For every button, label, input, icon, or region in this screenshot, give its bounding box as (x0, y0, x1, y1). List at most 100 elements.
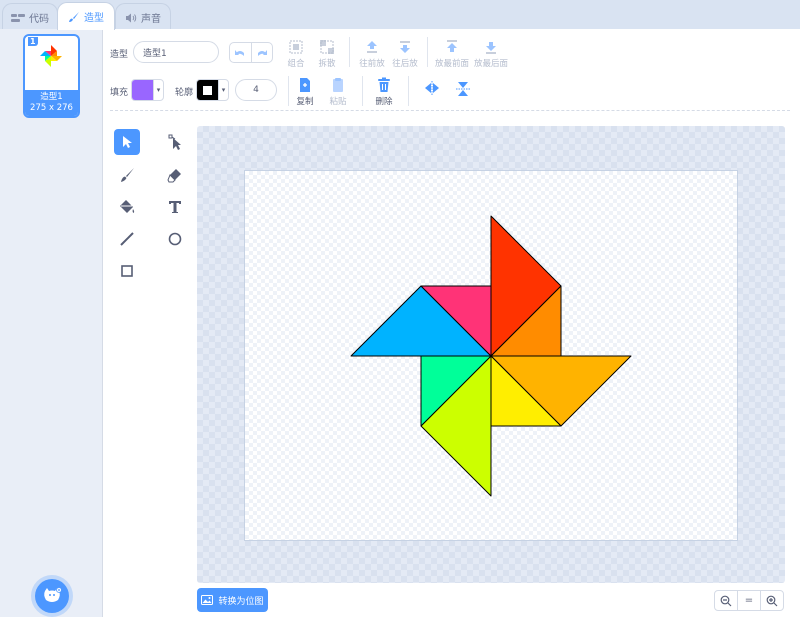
text-icon (169, 201, 181, 213)
image-icon (201, 595, 214, 605)
fill-label: 填充 (110, 88, 129, 98)
arrow-select-icon (123, 136, 132, 148)
forward-icon (367, 41, 377, 53)
text-tool[interactable] (162, 194, 188, 220)
tab-code-label: 代码 (29, 14, 49, 25)
eraser-icon (167, 169, 181, 183)
paste-icon (333, 78, 343, 92)
back-icon (486, 42, 496, 54)
outline-width-input[interactable]: 4 (235, 79, 277, 101)
outline-width-value: 4 (253, 85, 259, 95)
toolbar-divider (408, 76, 409, 106)
zoom-out-button[interactable] (715, 591, 737, 610)
pinwheel-drawing[interactable] (245, 171, 739, 542)
flip-vertical-icon (456, 82, 470, 96)
line-icon (120, 232, 134, 246)
trash-icon (378, 77, 390, 92)
backward-button[interactable]: 往后放 (390, 39, 420, 69)
redo-icon (257, 49, 267, 56)
toolbar-divider (427, 37, 428, 67)
costume-thumbnail (40, 45, 62, 67)
fill-tool[interactable] (114, 194, 140, 220)
undo-button[interactable] (230, 43, 251, 62)
eraser-tool[interactable] (162, 162, 188, 188)
delete-button[interactable]: 删除 (373, 77, 395, 107)
zoom-reset-label: = (744, 595, 754, 606)
outline-label: 轮廓 (175, 88, 194, 98)
flip-horizontal-button[interactable] (421, 81, 443, 97)
zoom-in-button[interactable] (760, 591, 783, 610)
costume-card[interactable]: 1 造型1 275 x 276 (23, 34, 80, 118)
front-label: 放最前面 (434, 59, 469, 69)
group-label: 组合 (287, 59, 305, 69)
brush-icon (69, 11, 79, 22)
front-button[interactable]: 放最前面 (434, 39, 470, 69)
backward-icon (400, 41, 410, 53)
copy-label: 复制 (296, 97, 314, 107)
reshape-tool[interactable] (162, 129, 188, 155)
circle-tool[interactable] (162, 226, 188, 252)
redo-button[interactable] (250, 43, 273, 62)
speaker-icon (126, 13, 137, 22)
outline-color-swatch (197, 80, 218, 100)
costume-info: 造型1 275 x 276 (25, 90, 78, 116)
paintbrush-icon (121, 168, 134, 182)
cat-add-icon (44, 587, 62, 602)
paint-canvas[interactable] (197, 126, 785, 583)
rectangle-tool[interactable] (114, 258, 140, 284)
front-icon (447, 40, 457, 52)
flip-vertical-button[interactable] (452, 81, 474, 99)
costume-name-label: 造型 (110, 50, 129, 60)
tab-costumes[interactable]: 造型 (57, 2, 115, 30)
back-button[interactable]: 放最后面 (473, 39, 509, 69)
tab-sounds[interactable]: 声音 (115, 3, 171, 31)
tab-code[interactable]: 代码 (2, 3, 58, 31)
delete-label: 删除 (375, 97, 393, 107)
toolbar-separator (110, 110, 790, 111)
reshape-icon (168, 134, 181, 150)
fill-color-swatch (132, 80, 153, 100)
fill-color-picker[interactable]: ▾ (131, 79, 164, 101)
ungroup-button[interactable]: 拆散 (314, 39, 340, 69)
convert-to-bitmap-button[interactable]: 转换为位图 (197, 588, 268, 612)
chevron-down-icon: ▾ (153, 80, 163, 100)
forward-button[interactable]: 往前放 (357, 39, 387, 69)
paint-bucket-icon (120, 200, 135, 213)
chevron-down-icon: ▾ (218, 80, 228, 100)
select-tool[interactable] (114, 129, 140, 155)
rectangle-icon (121, 265, 133, 277)
toolbar-divider (349, 37, 350, 67)
stage-area[interactable] (244, 170, 738, 541)
zoom-in-icon (766, 595, 778, 606)
code-icon (11, 13, 25, 22)
copy-icon (300, 78, 310, 92)
line-tool[interactable] (114, 226, 140, 252)
paste-label: 粘贴 (329, 97, 347, 107)
group-button[interactable]: 组合 (283, 39, 309, 69)
zoom-reset-button[interactable]: = (737, 591, 760, 610)
backward-label: 往后放 (392, 59, 418, 69)
paint-editor: 造型 造型1 组合 拆散 往前放 往后放 放最前面 放最后面 填充 ▾ 轮廓 ▾… (103, 29, 800, 617)
outline-color-picker[interactable]: ▾ (196, 79, 229, 101)
toolbar-divider (362, 76, 363, 106)
costume-name-input[interactable]: 造型1 (133, 41, 219, 63)
add-costume-button[interactable] (35, 579, 69, 613)
circle-icon (168, 232, 182, 246)
costume-size: 275 x 276 (30, 103, 73, 113)
paste-button[interactable]: 粘贴 (327, 77, 349, 107)
tab-sounds-label: 声音 (141, 14, 161, 25)
flip-horizontal-icon (425, 81, 439, 95)
tab-costumes-label: 造型 (84, 13, 104, 24)
costume-list: 1 造型1 275 x 276 (0, 29, 103, 617)
costume-name: 造型1 (40, 92, 63, 102)
copy-button[interactable]: 复制 (294, 77, 316, 107)
forward-label: 往前放 (359, 59, 385, 69)
tab-bar: 代码 造型 声音 (0, 0, 800, 31)
ungroup-icon (320, 40, 334, 54)
undo-redo-group (229, 42, 273, 63)
zoom-controls: = (714, 590, 784, 611)
toolbar-divider (288, 76, 289, 106)
ungroup-label: 拆散 (318, 59, 336, 69)
brush-tool[interactable] (114, 162, 140, 188)
zoom-out-icon (720, 595, 732, 606)
